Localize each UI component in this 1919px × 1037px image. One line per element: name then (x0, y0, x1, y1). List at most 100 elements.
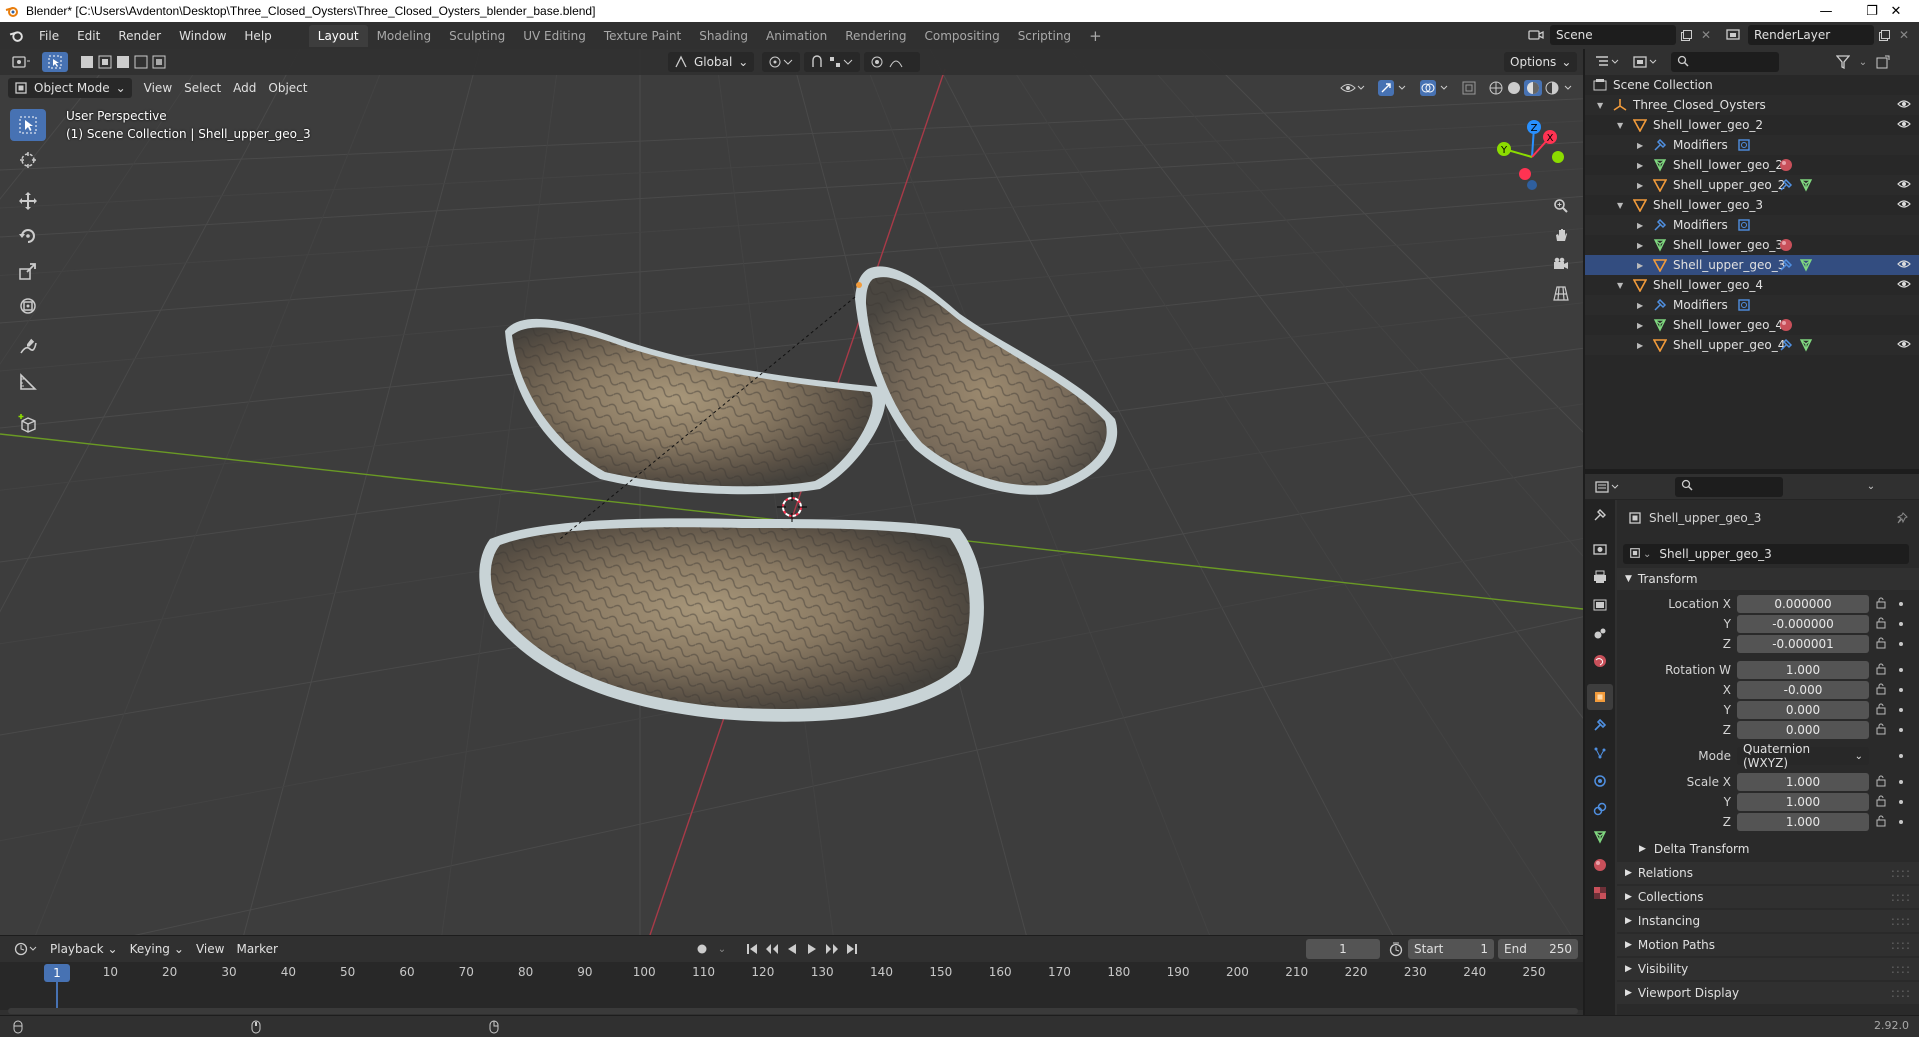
properties-section-relations[interactable]: ▶ Relations:::: (1617, 862, 1919, 884)
location-z-field[interactable]: -0.000001 (1737, 635, 1869, 653)
minimize-button[interactable]: — (1803, 0, 1849, 22)
outliner-row[interactable]: ▼ Shell_lower_geo_2 (1585, 115, 1919, 135)
viewport-menu-add[interactable]: Add (227, 78, 262, 98)
chevron-right-icon[interactable]: ▶ (1637, 301, 1643, 310)
end-frame-field[interactable]: End 250 (1498, 939, 1578, 959)
mode-dropdown[interactable]: Object Mode ⌄ (8, 78, 132, 98)
oyster-shell-upper-right[interactable] (855, 266, 1118, 495)
auto-keying-icon[interactable] (692, 939, 712, 959)
drag-handle-icon[interactable]: :::: (1891, 938, 1911, 952)
properties-editor-type-icon[interactable] (1589, 477, 1627, 497)
frame-ruler[interactable]: 10 20 30 40 50 60 70 80 90 100 110 120 130 140 150 160 1… (0, 962, 1583, 982)
render-tab-icon[interactable] (1587, 536, 1613, 562)
selection-mode-icons[interactable] (74, 52, 176, 72)
keyframe-dot-icon[interactable] (1899, 708, 1903, 712)
viewport-menu-view[interactable]: View (138, 78, 178, 98)
filter-icon[interactable] (1833, 52, 1853, 72)
lock-icon[interactable] (1875, 637, 1887, 652)
tab-scripting[interactable]: Scripting (1009, 25, 1080, 47)
keyframe-dot-icon[interactable] (1899, 800, 1903, 804)
zoom-icon[interactable] (1549, 193, 1573, 219)
lock-icon[interactable] (1875, 795, 1887, 810)
location-x-field[interactable]: 0.000000 (1737, 595, 1869, 613)
keyframe-dot-icon[interactable] (1899, 780, 1903, 784)
chevron-down-icon[interactable]: ⌄ (1853, 52, 1873, 72)
chevron-down-icon[interactable]: ▼ (1617, 201, 1623, 210)
chevron-right-icon[interactable]: ▶ (1637, 141, 1643, 150)
rotation-z-field[interactable]: 0.000 (1737, 721, 1869, 739)
particles-tab-icon[interactable] (1587, 740, 1613, 766)
outliner-row[interactable]: ▶ Modifiers (1585, 215, 1919, 235)
scene-icon[interactable] (1526, 25, 1546, 45)
play-icon[interactable] (802, 939, 822, 959)
properties-section-motion-paths[interactable]: ▶ Motion Paths:::: (1617, 934, 1919, 956)
close-button[interactable]: ✕ (1873, 0, 1919, 22)
add-workspace-button[interactable]: + (1080, 25, 1111, 47)
chevron-right-icon[interactable]: ▶ (1637, 161, 1643, 170)
camera-view-icon[interactable] (1549, 251, 1573, 277)
scale-x-field[interactable]: 1.000 (1737, 773, 1869, 791)
keyframe-dot-icon[interactable] (1899, 820, 1903, 824)
chevron-right-icon[interactable]: ▶ (1637, 341, 1643, 350)
object-datablock-field[interactable]: ⌄ Shell_upper_geo_3 (1623, 544, 1909, 564)
annotate-tool-icon[interactable] (10, 331, 46, 363)
visibility-eye-icon[interactable] (1897, 278, 1911, 293)
view-layer-icon[interactable] (1724, 25, 1744, 45)
keyframe-dot-icon[interactable] (1899, 688, 1903, 692)
scene-name-field[interactable]: Scene (1550, 25, 1676, 45)
move-tool-icon[interactable] (10, 185, 46, 217)
pan-hand-icon[interactable] (1549, 222, 1573, 248)
jump-start-icon[interactable] (742, 939, 762, 959)
chevron-right-icon[interactable]: ▶ (1637, 241, 1643, 250)
transform-tool-icon[interactable] (10, 290, 46, 322)
scale-z-field[interactable]: 1.000 (1737, 813, 1869, 831)
navigation-gizmo[interactable]: Z Y X (1492, 117, 1572, 197)
view-layer-tab-icon[interactable] (1587, 592, 1613, 618)
drag-handle-icon[interactable]: :::: (1891, 962, 1911, 976)
visibility-icon[interactable] (1334, 78, 1372, 98)
viewport-menu-object[interactable]: Object (262, 78, 313, 98)
3d-cursor[interactable] (777, 492, 807, 522)
outliner-row[interactable]: ▼ Shell_lower_geo_3 (1585, 195, 1919, 215)
tab-layout[interactable]: Layout (308, 24, 368, 47)
drag-handle-icon[interactable]: :::: (1891, 914, 1911, 928)
chevron-down-icon[interactable]: ⌄ (712, 939, 732, 959)
timeline-menu-view[interactable]: View (190, 939, 230, 959)
viewport-menu-select[interactable]: Select (178, 78, 227, 98)
rotation-x-field[interactable]: -0.000 (1737, 681, 1869, 699)
next-keyframe-icon[interactable] (822, 939, 842, 959)
3d-viewport[interactable]: Global ⌄ Options ⌄ Object Mode ⌄ View Se… (0, 49, 1583, 935)
oyster-shell-lower[interactable] (479, 518, 984, 722)
visibility-eye-icon[interactable] (1897, 118, 1911, 133)
tool-tab-icon[interactable] (1587, 502, 1613, 528)
options-dropdown[interactable]: Options ⌄ (1504, 52, 1578, 72)
lock-icon[interactable] (1875, 775, 1887, 790)
outliner-row[interactable]: ▶ Shell_upper_geo_2 (1585, 175, 1919, 195)
keyframe-dot-icon[interactable] (1899, 622, 1903, 626)
lock-icon[interactable] (1875, 815, 1887, 830)
material-tab-icon[interactable] (1587, 852, 1613, 878)
pivot-point-dropdown[interactable] (762, 52, 801, 72)
tab-uv-editing[interactable]: UV Editing (514, 25, 595, 47)
scale-tool-icon[interactable] (10, 255, 46, 287)
menu-help[interactable]: Help (235, 25, 280, 47)
rotation-w-field[interactable]: 1.000 (1737, 661, 1869, 679)
menu-file[interactable]: File (30, 25, 68, 47)
object-tab-icon[interactable] (1587, 684, 1613, 710)
chevron-right-icon[interactable]: ▶ (1637, 321, 1643, 330)
output-tab-icon[interactable] (1587, 564, 1613, 590)
snap-toggle[interactable] (804, 52, 861, 72)
current-frame-field[interactable]: 1 (1306, 939, 1380, 959)
shading-mode-icons[interactable] (1482, 78, 1583, 98)
delete-scene-icon[interactable]: ✕ (1696, 25, 1716, 45)
properties-section-visibility[interactable]: ▶ Visibility:::: (1617, 958, 1919, 980)
chevron-down-icon[interactable]: ⌄ (1861, 477, 1881, 497)
keyframe-dot-icon[interactable] (1899, 754, 1903, 758)
tab-rendering[interactable]: Rendering (836, 25, 915, 47)
gizmo-toggle-icon[interactable] (1372, 78, 1414, 98)
jump-end-icon[interactable] (842, 939, 862, 959)
rotate-tool-icon[interactable] (10, 220, 46, 252)
outliner-row[interactable]: ▶ Modifiers (1585, 295, 1919, 315)
timeline-editor-type-icon[interactable] (8, 939, 44, 959)
constraints-tab-icon[interactable] (1587, 796, 1613, 822)
